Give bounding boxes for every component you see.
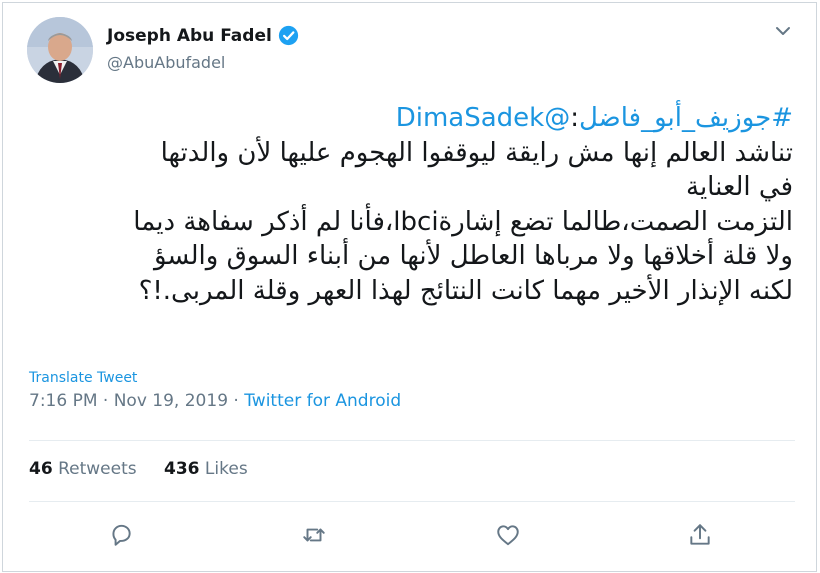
author-name[interactable]: Joseph Abu Fadel [107,26,272,46]
mention-link[interactable]: @DimaSadek [396,103,571,133]
avatar[interactable] [27,17,93,83]
heart-icon[interactable] [495,522,521,548]
tweet-source-link[interactable]: Twitter for Android [244,391,401,411]
tweet-meta: 7:16 PM · Nov 19, 2019 · Twitter for And… [29,391,401,411]
reply-icon[interactable] [108,522,134,548]
likes-count: 436 [164,459,200,479]
tweet-line: ولا قلة أخلاقها ولا مرباها العاطل لأنها … [153,241,793,271]
hashtag-link[interactable]: #جوزيف_أبو_فاضل [579,103,793,133]
tweet-line: لكنه الإنذار الأخير مهما كانت النتائج له… [138,275,793,306]
tweet-line: في العناية [686,172,793,202]
tweet-line: التزمت الصمت،طالما تضع إشارةlbci،فأنا لم… [133,206,793,237]
retweets-stat[interactable]: 46 Retweets [29,459,137,479]
tweet-card: Joseph Abu Fadel @AbuAbufadel #جوزيف_أبو… [2,2,817,572]
likes-label: Likes [204,459,248,479]
chevron-down-icon[interactable] [775,25,791,37]
retweets-count: 46 [29,459,53,479]
tweet-time[interactable]: 7:16 PM [29,391,98,411]
divider [29,501,795,502]
tweet-line: تناشد العالم إنها مش رايقة ليوقفوا الهجو… [160,137,793,168]
divider [29,440,795,441]
share-icon[interactable] [687,522,713,548]
verified-badge-icon [278,25,298,46]
meta-separator: · [97,391,114,411]
likes-stat[interactable]: 436 Likes [164,459,248,479]
tweet-stats: 46 Retweets 436 Likes [29,459,270,479]
meta-separator: · [228,391,245,411]
tweet-first-line: #جوزيف_أبو_فاضل:@DimaSadek [21,101,793,136]
author-handle[interactable]: @AbuAbufadel [107,53,225,72]
retweet-icon[interactable] [301,522,327,548]
translate-tweet-link[interactable]: Translate Tweet [29,370,137,386]
tweet-text: #جوزيف_أبو_فاضل:@DimaSadek تناشد العالم … [21,101,793,308]
mention-separator: : [570,103,579,133]
tweet-date[interactable]: Nov 19, 2019 [114,391,228,411]
retweets-label: Retweets [58,459,137,479]
avatar-image [27,17,93,83]
author-name-row[interactable]: Joseph Abu Fadel [107,25,299,46]
